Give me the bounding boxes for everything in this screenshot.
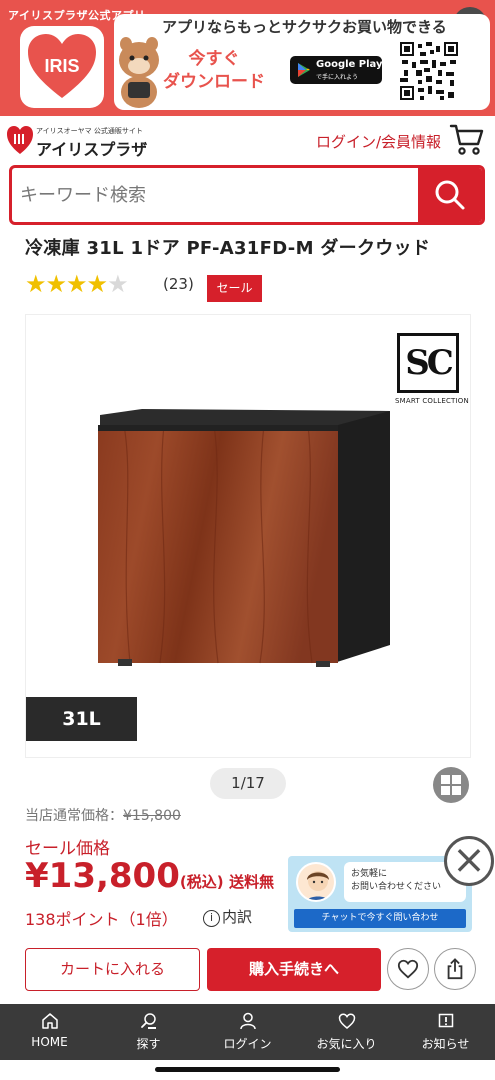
app-logo-text: IRIS	[44, 56, 79, 76]
cart-icon[interactable]	[449, 122, 485, 156]
app-download-banner[interactable]: アイリスプラザ公式アプリ × IRIS アプリならもっとサクサクお買い物できる …	[0, 0, 495, 116]
google-play-badge[interactable]: Google Play で手に入れよう	[290, 56, 383, 84]
nav-item-home[interactable]: HOME	[0, 1004, 99, 1060]
nav-label-notices: お知らせ	[421, 1037, 470, 1051]
tax-label: (税込)	[179, 873, 224, 891]
search-bar	[9, 165, 485, 225]
rating-stars: ★★★★★	[25, 270, 129, 298]
system-home-bar	[0, 1060, 495, 1080]
store-subtitle: で手に入れよう	[316, 74, 359, 81]
info-icon: i	[203, 910, 220, 927]
price-breakdown-link[interactable]: i 内訳	[203, 906, 252, 927]
cta-line-2: ダウンロード	[163, 72, 265, 92]
support-avatar	[296, 862, 336, 902]
search-input[interactable]	[12, 168, 420, 222]
iris-logo-icon	[7, 126, 33, 154]
chat-now-button[interactable]: チャットで今すぐ問い合わせ	[294, 909, 466, 928]
rating-stars-filled: ★★★★	[25, 270, 108, 298]
regular-price-label: 当店通常価格：	[25, 808, 123, 824]
regular-price-value: ¥15,800	[123, 808, 181, 824]
freezer-product-image	[98, 409, 390, 667]
google-play-icon	[298, 63, 310, 77]
points-earned: 138ポイント（1倍）	[25, 910, 178, 929]
image-pager: 1/17	[210, 768, 286, 799]
review-count[interactable]: (23)	[163, 275, 194, 293]
nav-label-login: ログイン	[223, 1037, 272, 1051]
search-icon	[140, 1013, 156, 1029]
gallery-grid-button[interactable]	[433, 767, 469, 803]
sc-logo-text: SC	[397, 333, 459, 393]
nav-label-search: 探す	[136, 1037, 161, 1051]
share-icon	[447, 958, 463, 980]
sale-price: ¥13,800(税込) 送料無	[25, 856, 274, 898]
store-title: Google Play	[316, 59, 383, 70]
nav-label-favorites: お気に入り	[316, 1037, 377, 1051]
heart-icon	[397, 959, 419, 979]
sale-badge: セール	[207, 275, 262, 302]
site-logo[interactable]: アイリスオーヤマ 公式通販サイト アイリスプラザ	[6, 124, 156, 160]
qr-code-icon	[400, 42, 458, 100]
favorite-button[interactable]	[387, 948, 429, 990]
download-cta[interactable]: 今すぐ ダウンロード	[154, 48, 274, 94]
chat-line-2: お問い合わせください	[351, 882, 442, 892]
sc-logo-caption: SMART COLLECTION	[395, 397, 469, 405]
login-link[interactable]: ログイン/会員情報	[316, 131, 441, 152]
cta-line-1: 今すぐ	[188, 49, 240, 69]
nav-item-search[interactable]: 探す	[99, 1004, 198, 1060]
banner-card[interactable]: アプリならもっとサクサクお買い物できる 今すぐ ダウンロード Google Pl…	[114, 14, 490, 110]
home-indicator[interactable]	[155, 1067, 340, 1072]
nav-label-home: HOME	[31, 1035, 68, 1049]
shipping-label: 送料無	[229, 873, 275, 891]
nav-item-login[interactable]: ログイン	[198, 1004, 297, 1060]
checkout-button[interactable]: 購入手続きへ	[207, 948, 381, 991]
share-button[interactable]	[434, 948, 476, 990]
banner-message: アプリならもっとサクサクお買い物できる	[162, 18, 447, 36]
operator-icon	[306, 871, 330, 900]
search-icon	[435, 180, 465, 210]
rating-stars-empty: ★	[107, 270, 128, 298]
nav-item-notices[interactable]: お知らせ	[396, 1004, 495, 1060]
breakdown-label: 内訳	[222, 908, 253, 926]
product-title: 冷凍庫 31L 1ドア PF-A31FD-M ダークウッド	[25, 238, 431, 259]
app-logo: IRIS	[20, 26, 104, 108]
site-logo-subtitle: アイリスオーヤマ 公式通販サイト	[36, 127, 143, 135]
add-to-cart-button[interactable]: カートに入れる	[25, 948, 200, 991]
search-button[interactable]	[418, 168, 482, 222]
iris-heart-icon: IRIS	[28, 34, 96, 98]
nav-item-favorites[interactable]: お気に入り	[297, 1004, 396, 1060]
bottom-navigation: HOME 探す ログイン お気に入り お知らせ	[0, 1004, 495, 1060]
smart-collection-logo: SC SMART COLLECTION	[395, 333, 469, 415]
grid-icon	[441, 775, 461, 795]
regular-price: 当店通常価格：¥15,800	[25, 805, 181, 825]
home-icon	[41, 1013, 58, 1029]
product-image-gallery[interactable]: SC SMART COLLECTION 31L	[25, 314, 471, 758]
capacity-label: 31L	[26, 697, 137, 741]
sale-price-value: ¥13,800	[25, 856, 180, 896]
site-logo-name: アイリスプラザ	[36, 140, 148, 159]
heart-icon	[338, 1013, 355, 1029]
chat-close-button[interactable]: ×	[444, 836, 494, 886]
notice-icon	[438, 1013, 453, 1028]
user-icon	[239, 1012, 256, 1030]
